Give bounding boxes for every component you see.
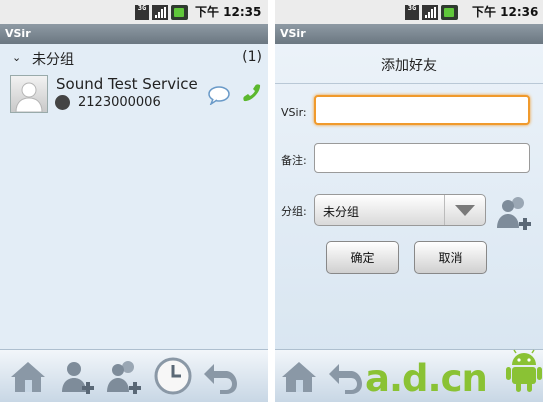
contact-row[interactable]: Sound Test Service 2123000006 — [0, 72, 268, 116]
dropdown-arrow-icon — [444, 195, 485, 225]
group-label: 分组: — [281, 205, 307, 218]
battery-icon — [171, 4, 188, 20]
chevron-down-icon: ⌄ — [12, 51, 22, 64]
group-name: 未分组 — [32, 52, 74, 68]
default-avatar-icon — [15, 82, 43, 112]
contact-number: 2123000006 — [78, 95, 161, 110]
android-logo-icon — [506, 349, 542, 392]
divider — [275, 83, 543, 84]
group-select-value: 未分组 — [323, 205, 360, 219]
home-icon[interactable] — [279, 356, 319, 396]
watermark-text: a.d.cn — [365, 357, 488, 400]
contacts-screen: 3G 下午 12:35 VSir ⌄ 未分组 (1) Sound Test Se… — [0, 0, 268, 402]
network-3g-icon: 3G — [405, 4, 419, 20]
home-icon[interactable] — [8, 356, 48, 396]
offline-status-icon — [55, 95, 70, 110]
app-title-bar: VSir — [275, 24, 543, 44]
group-count: (1) — [242, 49, 262, 65]
back-icon[interactable] — [200, 356, 240, 396]
network-3g-icon: 3G — [135, 4, 149, 20]
dialog-title: 添加好友 — [381, 58, 437, 74]
app-title: VSir — [280, 27, 306, 40]
group-header[interactable]: ⌄ 未分组 (1) — [0, 46, 268, 70]
signal-icon — [152, 4, 168, 20]
app-title-bar: VSir — [0, 24, 268, 44]
chat-bubble-icon[interactable] — [207, 85, 231, 105]
vsir-input[interactable] — [314, 95, 530, 125]
status-bar: 3G 下午 12:35 — [0, 0, 268, 24]
status-bar: 3G 下午 12:36 — [275, 0, 543, 24]
app-title: VSir — [5, 27, 31, 40]
note-input[interactable] — [314, 143, 530, 173]
call-icon[interactable] — [240, 81, 264, 105]
bottom-toolbar — [0, 349, 268, 402]
cancel-button[interactable]: 取消 — [414, 241, 487, 274]
note-label: 备注: — [281, 154, 307, 167]
status-time: 下午 12:35 — [195, 5, 262, 19]
add-group-icon[interactable] — [104, 356, 144, 396]
signal-icon — [422, 4, 438, 20]
confirm-button[interactable]: 确定 — [326, 241, 399, 274]
contact-name: Sound Test Service — [56, 75, 198, 93]
status-time: 下午 12:36 — [472, 5, 539, 19]
back-icon[interactable] — [325, 356, 365, 396]
add-friend-screen: 3G 下午 12:36 VSir 添加好友 VSir: 备注: 分组: 未分组 … — [275, 0, 543, 402]
vsir-label: VSir: — [281, 106, 307, 119]
battery-icon — [441, 4, 458, 20]
add-contact-icon[interactable] — [58, 356, 98, 396]
add-group-icon[interactable] — [494, 192, 534, 232]
avatar — [10, 75, 48, 113]
clock-icon[interactable] — [153, 356, 193, 396]
group-select[interactable]: 未分组 — [314, 194, 486, 226]
